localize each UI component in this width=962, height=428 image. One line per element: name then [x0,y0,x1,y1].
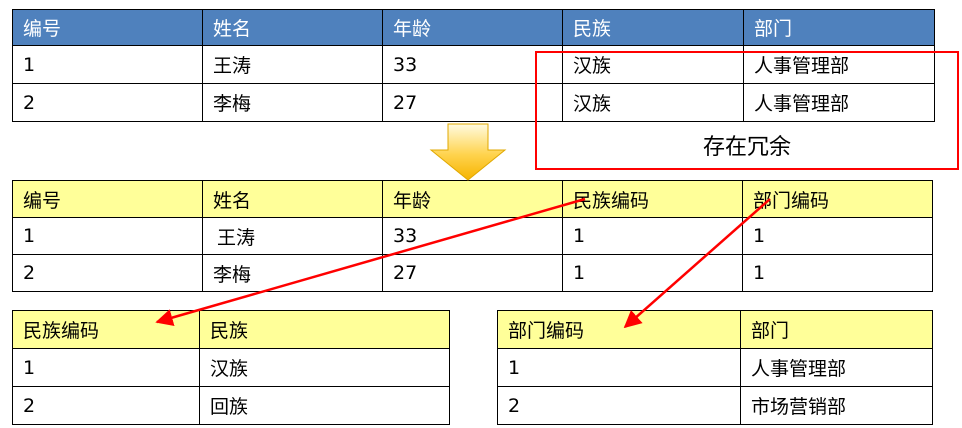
arrows-overlay [155,123,771,329]
department-link-arrow [623,198,771,329]
ethnicity-link-arrow [155,197,586,327]
down-arrow-icon [429,123,507,181]
